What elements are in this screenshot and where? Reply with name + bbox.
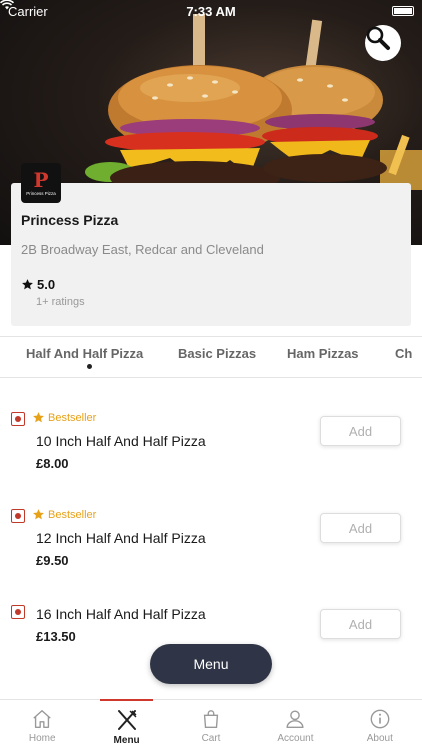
tab-menu[interactable]: Menu — [84, 699, 168, 750]
item-name: 16 Inch Half And Half Pizza — [36, 606, 206, 622]
home-icon — [33, 710, 51, 728]
add-button[interactable]: Add — [320, 513, 401, 543]
star-icon — [33, 412, 44, 423]
bestseller-badge: Bestseller — [32, 508, 96, 521]
veg-mark-icon — [11, 412, 25, 426]
restaurant-logo: P Princess Pizza — [21, 163, 61, 203]
bestseller-badge: Bestseller — [32, 411, 96, 424]
menu-item: Bestseller 12 Inch Half And Half Pizza £… — [0, 502, 422, 592]
info-icon — [370, 709, 390, 729]
category-tab-ham-pizzas[interactable]: Ham Pizzas — [287, 346, 359, 361]
logo-letter: P — [33, 168, 49, 192]
tab-cart[interactable]: Cart — [169, 700, 253, 750]
tab-label: Cart — [201, 733, 221, 744]
bestseller-label: Bestseller — [48, 411, 97, 424]
item-name: 10 Inch Half And Half Pizza — [36, 433, 206, 449]
fork-knife-icon — [117, 710, 137, 730]
carrier: Carrier — [0, 0, 48, 19]
category-bar: Half And Half Pizza Basic Pizzas Ham Piz… — [0, 336, 422, 378]
search-icon — [366, 26, 390, 50]
rating: 5.0 — [21, 277, 55, 292]
ratings-count: 1+ ratings — [36, 296, 85, 308]
active-category-indicator — [87, 364, 92, 369]
add-button[interactable]: Add — [320, 416, 401, 446]
item-price: £8.00 — [36, 456, 69, 471]
tab-label: Menu — [113, 735, 140, 746]
clock: 7:33 AM — [186, 3, 236, 19]
bestseller-label: Bestseller — [48, 508, 97, 521]
category-tab-next[interactable]: Ch — [395, 346, 412, 361]
tab-label: Home — [28, 733, 56, 744]
add-button[interactable]: Add — [320, 609, 401, 639]
veg-mark-icon — [11, 509, 25, 523]
category-tab-basic-pizzas[interactable]: Basic Pizzas — [178, 346, 256, 361]
restaurant-name: Princess Pizza — [21, 212, 119, 228]
bottom-tab-bar: Home Menu Cart Account About — [0, 699, 422, 750]
bag-icon — [203, 710, 219, 728]
category-tab-half-and-half[interactable]: Half And Half Pizza — [26, 346, 143, 361]
star-icon — [22, 279, 33, 290]
battery-icon — [392, 6, 414, 16]
item-name: 12 Inch Half And Half Pizza — [36, 530, 206, 546]
logo-caption: Princess Pizza — [26, 191, 56, 196]
item-price: £9.50 — [36, 553, 69, 568]
tab-home[interactable]: Home — [0, 700, 84, 750]
tab-label: About — [366, 733, 393, 744]
rating-value: 5.0 — [37, 277, 56, 292]
star-icon — [33, 509, 44, 520]
tab-label: Account — [277, 733, 314, 744]
status-bar: Carrier 7:33 AM — [0, 0, 422, 22]
veg-mark-icon — [11, 605, 25, 619]
restaurant-address: 2B Broadway East, Redcar and Cleveland — [21, 242, 264, 257]
wifi-icon — [0, 0, 14, 10]
item-price: £13.50 — [36, 629, 76, 644]
menu-item: Bestseller 10 Inch Half And Half Pizza £… — [0, 405, 422, 495]
search-button[interactable] — [365, 25, 401, 61]
user-icon — [286, 710, 304, 728]
menu-button[interactable]: Menu — [150, 644, 272, 684]
tab-account[interactable]: Account — [253, 700, 337, 750]
tab-about[interactable]: About — [338, 700, 422, 750]
